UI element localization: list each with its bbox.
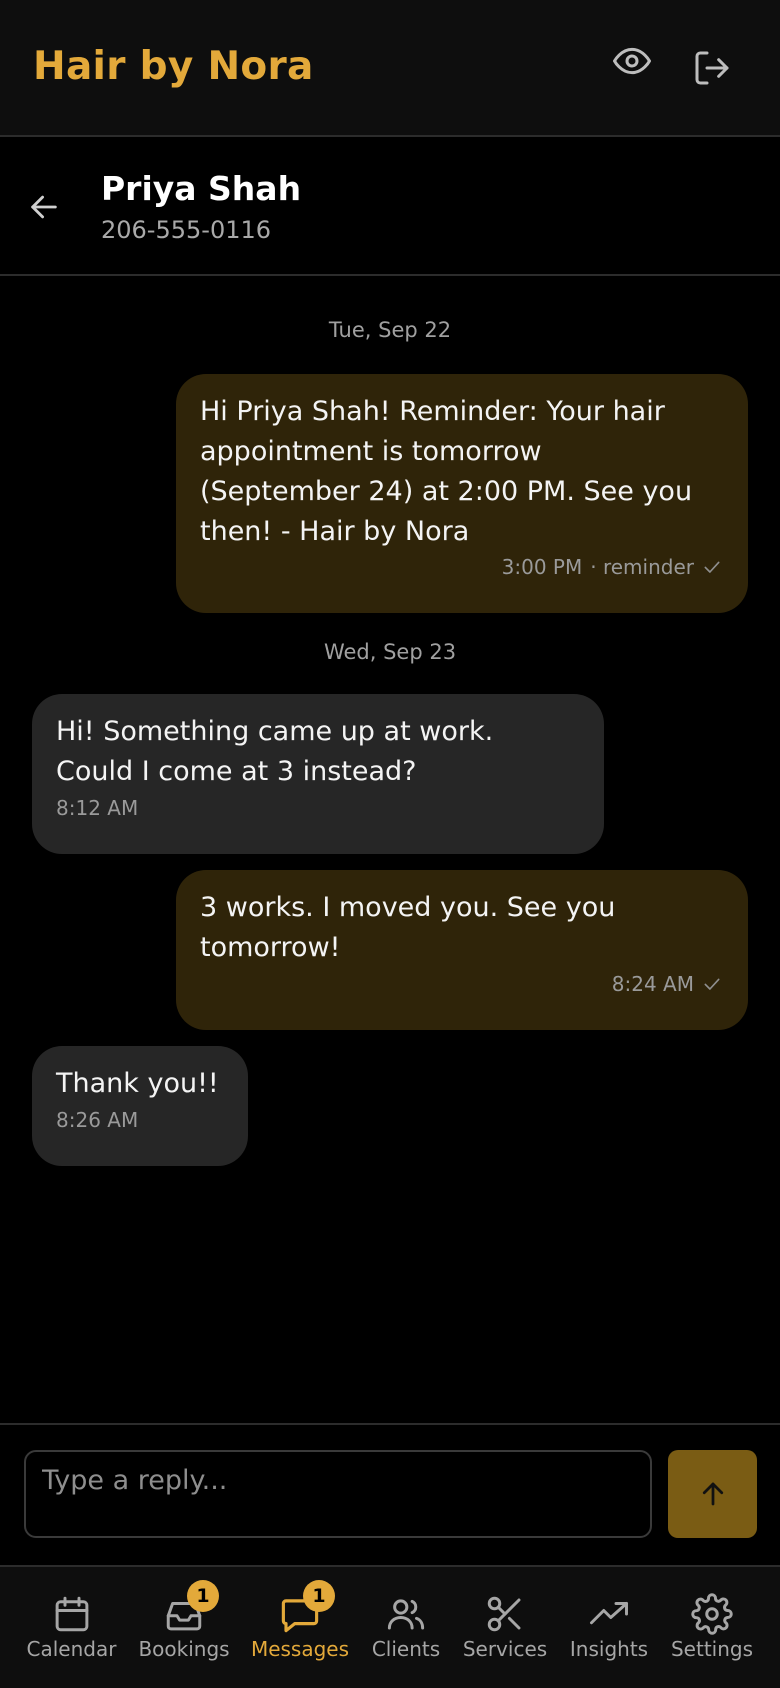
gear-icon — [691, 1593, 733, 1635]
nav-label: Settings — [670, 1637, 754, 1661]
contact-name: Priya Shah — [101, 169, 302, 208]
message-time: 8:26 AM — [56, 1108, 139, 1132]
message-text: Thank you!! — [56, 1068, 219, 1099]
nav-label: Calendar — [26, 1637, 117, 1661]
nav-item-calendar[interactable]: Calendar — [14, 1567, 129, 1688]
message-meta: 8:12 AM — [56, 788, 138, 828]
check-icon — [702, 557, 722, 577]
message-bubble-outgoing: 3 works. I moved you. See you tomorrow! … — [176, 870, 748, 1030]
date-separator: Tue, Sep 22 — [328, 318, 452, 342]
app-root: Hair by Nora Priya Shah 206-555-0116 Tue… — [0, 0, 780, 1688]
contact-phone: 206-555-0116 — [101, 216, 272, 244]
nav-item-clients[interactable]: Clients — [361, 1567, 451, 1688]
bottom-nav: Calendar 1 Bookings 1 Messages Clients S… — [0, 1565, 780, 1688]
message-meta: 8:24 AM — [612, 964, 722, 1004]
trending-up-icon — [588, 1593, 630, 1635]
nav-label: Bookings — [138, 1637, 230, 1661]
check-icon — [702, 974, 722, 994]
nav-label: Clients — [371, 1637, 441, 1661]
message-text: 3 works. I moved you. See you tomorrow! — [200, 892, 616, 963]
message-text: Hi! Something came up at work. Could I c… — [56, 716, 494, 787]
logout-icon[interactable] — [687, 43, 737, 93]
message-time: 3:00 PM — [501, 555, 583, 579]
message-bubble-incoming: Hi! Something came up at work. Could I c… — [32, 694, 604, 854]
nav-item-settings[interactable]: Settings — [659, 1567, 765, 1688]
calendar-icon — [51, 1593, 93, 1635]
message-meta: 8:26 AM — [56, 1100, 138, 1140]
nav-item-insights[interactable]: Insights — [559, 1567, 659, 1688]
scissors-icon — [484, 1593, 526, 1635]
bookings-badge: 1 — [187, 1580, 219, 1612]
message-bubble-outgoing: Hi Priya Shah! Reminder: Your hair appoi… — [176, 374, 748, 613]
nav-item-services[interactable]: Services — [451, 1567, 559, 1688]
reply-composer — [0, 1423, 780, 1565]
brand-title: Hair by Nora — [33, 44, 314, 89]
top-app-bar: Hair by Nora — [0, 0, 780, 137]
nav-label: Services — [462, 1637, 548, 1661]
message-tag: · reminder — [590, 555, 694, 579]
back-arrow-icon[interactable] — [22, 185, 66, 229]
message-meta: 3:00 PM · reminder — [502, 547, 722, 587]
conversation-header: Priya Shah 206-555-0116 — [0, 137, 780, 276]
nav-item-messages[interactable]: 1 Messages — [239, 1567, 361, 1688]
arrow-up-icon — [702, 1482, 723, 1506]
eye-icon[interactable] — [607, 36, 657, 86]
messages-badge: 1 — [303, 1580, 335, 1612]
nav-label: Insights — [569, 1637, 649, 1661]
users-icon — [385, 1593, 427, 1635]
nav-label: Messages — [250, 1637, 350, 1661]
reply-input[interactable] — [24, 1450, 652, 1538]
message-text: Hi Priya Shah! Reminder: Your hair appoi… — [200, 396, 693, 547]
send-button[interactable] — [668, 1450, 757, 1538]
message-time: 8:12 AM — [56, 796, 139, 820]
nav-item-bookings[interactable]: 1 Bookings — [129, 1567, 239, 1688]
message-bubble-incoming: Thank you!! 8:26 AM — [32, 1046, 248, 1166]
message-time: 8:24 AM — [611, 972, 694, 996]
date-separator: Wed, Sep 23 — [323, 640, 457, 664]
